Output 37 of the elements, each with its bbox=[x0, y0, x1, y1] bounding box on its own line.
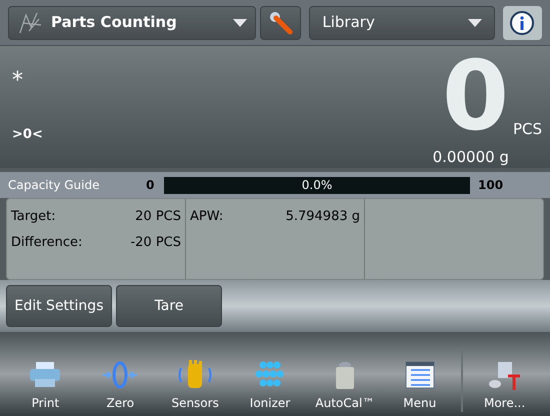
toolbar-button[interactable]: More... bbox=[467, 360, 542, 412]
toolbar-button[interactable]: Ionizer bbox=[232, 360, 308, 412]
toolbar-button[interactable]: AutoCal™ bbox=[307, 360, 382, 412]
wrench-icon bbox=[268, 10, 294, 36]
center-zero-indicator: >0< bbox=[12, 126, 44, 144]
reading-value: 0 bbox=[442, 50, 509, 142]
list-window-icon bbox=[402, 360, 437, 390]
info-label: Difference: bbox=[11, 234, 82, 252]
info-label: APW: bbox=[190, 208, 224, 226]
info-button[interactable] bbox=[502, 6, 542, 40]
dropdown-caret-icon bbox=[233, 18, 248, 26]
capacity-max: 100 bbox=[478, 177, 504, 194]
printer-icon bbox=[28, 360, 62, 390]
zero-arrows-icon bbox=[103, 360, 138, 390]
info-label: Target: bbox=[11, 208, 56, 226]
dropdown-caret-icon bbox=[468, 18, 482, 26]
gross-weight: 0.00000 g bbox=[432, 147, 509, 168]
library-dropdown[interactable]: Library bbox=[309, 6, 495, 40]
unit-label: PCS bbox=[512, 118, 542, 140]
action-button[interactable]: Tare bbox=[116, 285, 222, 327]
hand-icon bbox=[178, 360, 212, 390]
info-value: -20 PCS bbox=[130, 234, 181, 252]
info-value: 20 PCS bbox=[135, 208, 181, 226]
toolbar-button[interactable]: Print bbox=[8, 360, 83, 412]
info-icon bbox=[509, 10, 536, 36]
stable-indicator: * bbox=[12, 70, 24, 92]
capacity-min: 0 bbox=[146, 177, 156, 194]
mode-dropdown[interactable]: Parts Counting bbox=[8, 6, 256, 40]
toolbar-button[interactable]: Zero bbox=[82, 360, 158, 412]
capacity-reading: 0.0% bbox=[300, 176, 334, 194]
capacity-label: Capacity Guide bbox=[8, 177, 100, 194]
toolbar-button[interactable]: Menu bbox=[382, 360, 458, 412]
devices-icon bbox=[488, 360, 522, 390]
toolbar-button[interactable]: Sensors bbox=[158, 360, 233, 412]
action-button[interactable]: Edit Settings bbox=[6, 285, 112, 327]
settings-button[interactable] bbox=[260, 6, 302, 40]
info-value: 5.794983 g bbox=[286, 208, 360, 226]
